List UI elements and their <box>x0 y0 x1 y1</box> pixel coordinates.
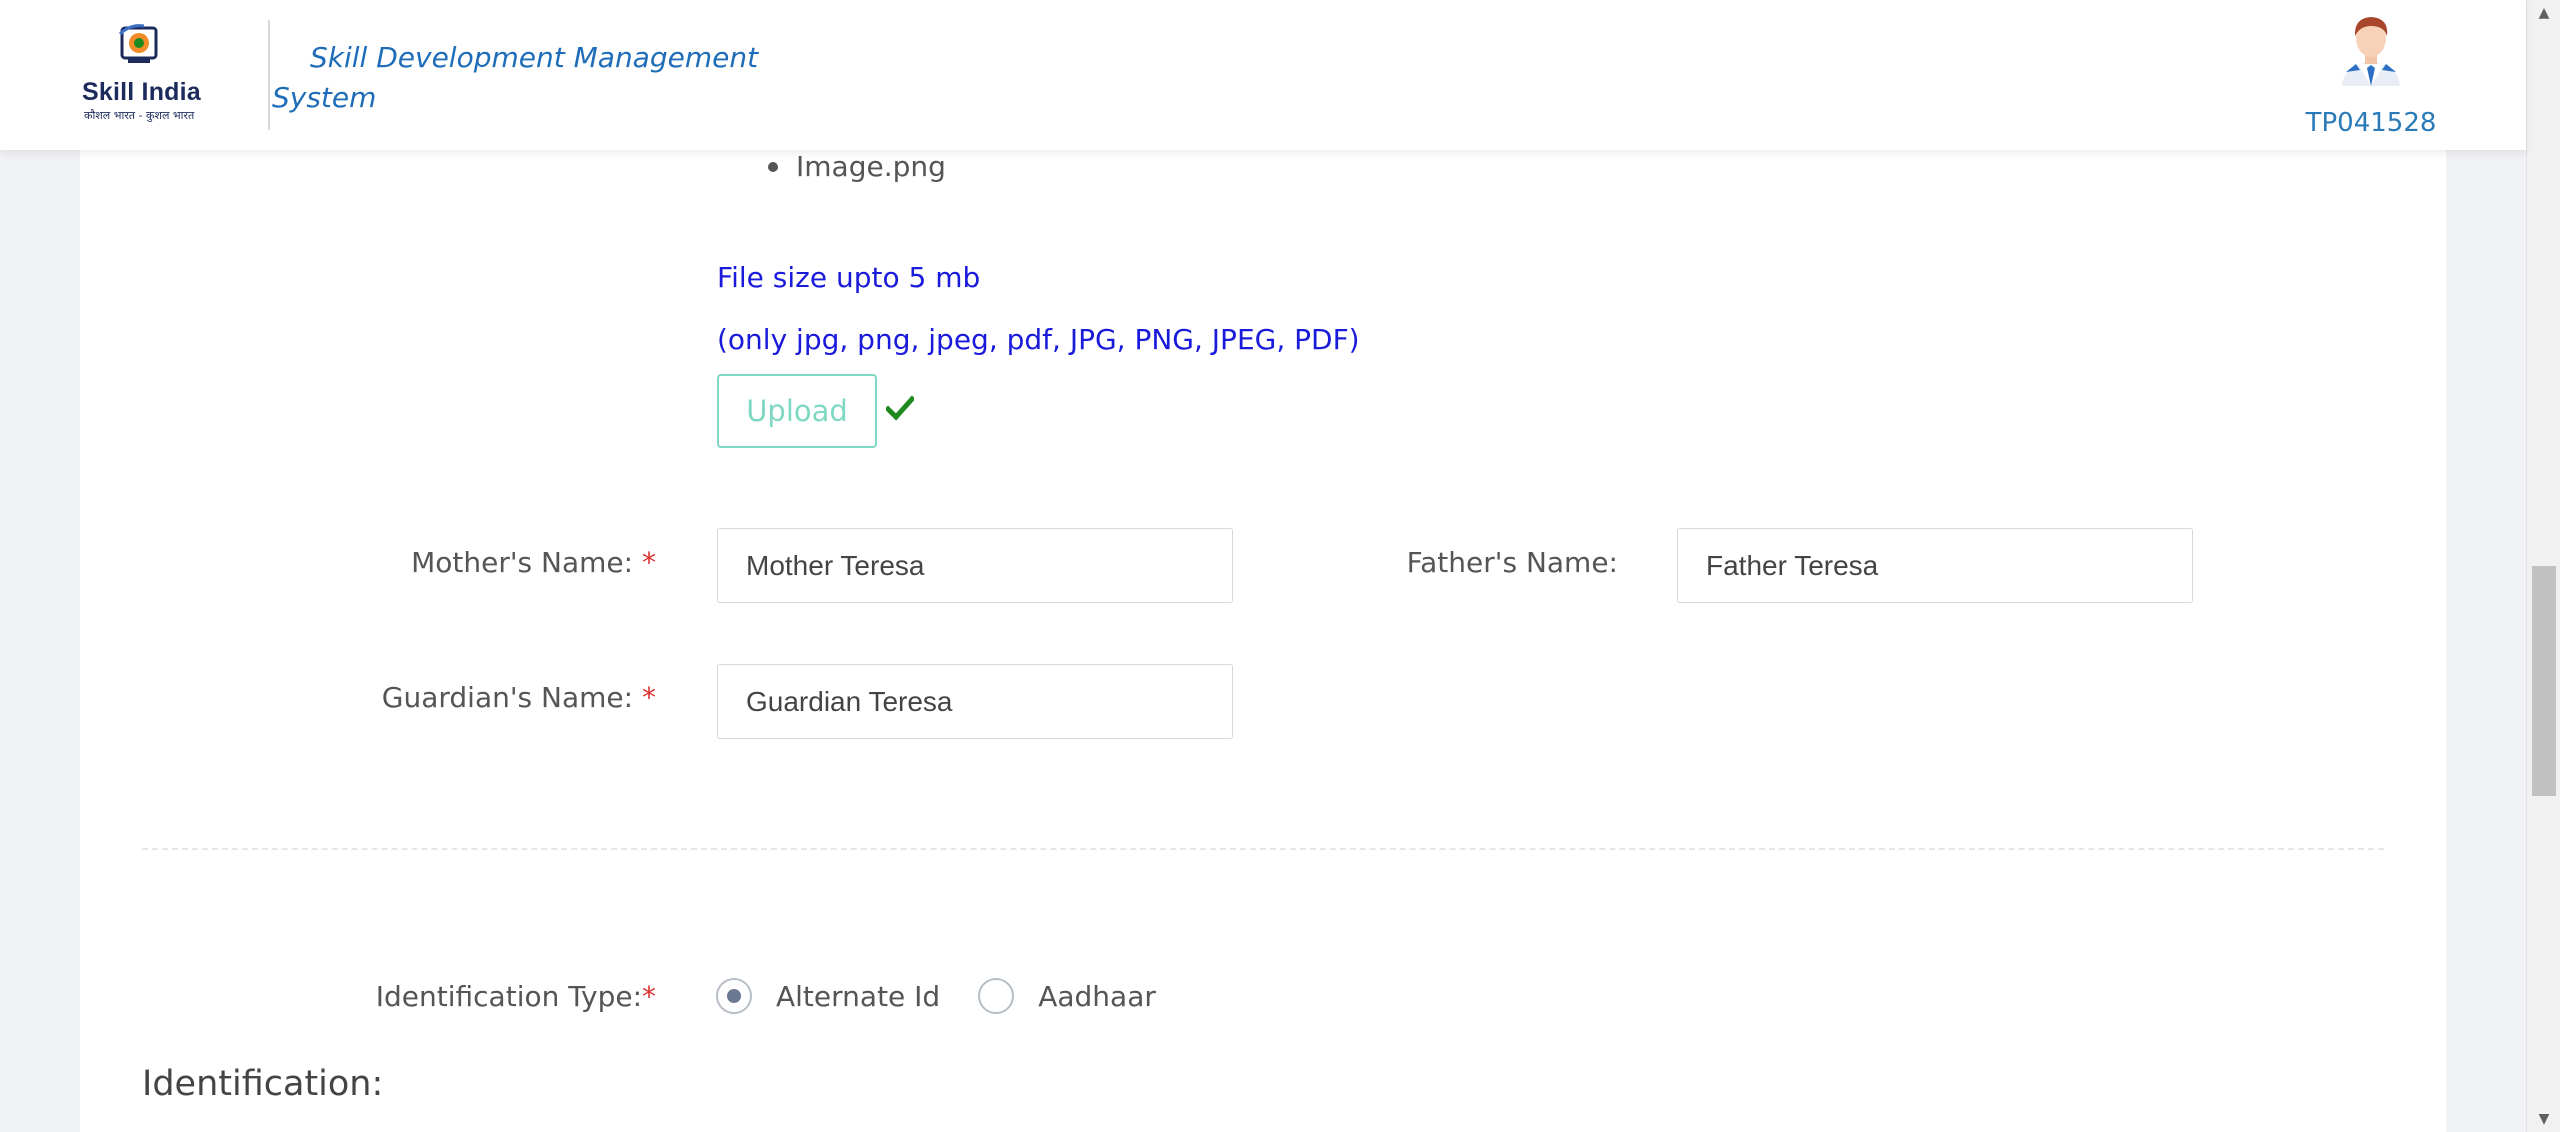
required-mark: * <box>642 546 656 579</box>
app-header: Skill India कौशल भारत - कुशल भारत Skill … <box>0 0 2526 150</box>
scroll-down-arrow-icon[interactable]: ▼ <box>2527 1106 2560 1132</box>
logo-text: Skill India <box>82 78 201 106</box>
header-divider <box>268 20 270 130</box>
father-name-value: Father Teresa <box>1706 549 1879 581</box>
user-avatar[interactable] <box>2336 12 2406 86</box>
file-size-note: File size upto 5 mb <box>717 261 981 294</box>
mother-name-value: Mother Teresa <box>746 549 925 581</box>
check-icon <box>886 395 914 421</box>
mother-name-label: Mother's Name: * <box>360 546 656 579</box>
upload-button[interactable]: Upload <box>717 374 877 448</box>
father-name-input[interactable]: Father Teresa <box>1677 528 2193 603</box>
guardian-name-value: Guardian Teresa <box>746 685 953 717</box>
radio-selected-dot <box>727 989 741 1003</box>
uploaded-file-name: Image.png <box>796 150 946 183</box>
section-divider <box>142 848 2384 850</box>
radio-aadhaar-label[interactable]: Aadhaar <box>1038 980 1156 1013</box>
guardian-name-input[interactable]: Guardian Teresa <box>717 664 1233 739</box>
file-types-note: (only jpg, png, jpeg, pdf, JPG, PNG, JPE… <box>717 323 1360 356</box>
user-avatar-icon <box>2342 17 2400 86</box>
identification-type-radio-group: Alternate Id Aadhaar <box>716 978 1194 1014</box>
scroll-thumb[interactable] <box>2532 566 2556 796</box>
app-title: Skill Development Management System <box>272 41 759 114</box>
uploaded-file-item: Image.png <box>768 150 946 183</box>
mother-name-input[interactable]: Mother Teresa <box>717 528 1233 603</box>
radio-aadhaar[interactable] <box>978 978 1015 1014</box>
radio-alternate-id[interactable] <box>716 978 752 1014</box>
identification-type-label: Identification Type:* <box>340 980 656 1013</box>
scroll-up-arrow-icon[interactable]: ▲ <box>2527 0 2560 26</box>
guardian-name-label-text: Guardian's Name: <box>381 681 634 714</box>
skill-india-emblem-icon <box>118 24 158 63</box>
user-id[interactable]: TP041528 <box>2300 108 2442 138</box>
father-name-label: Father's Name: <box>1360 546 1618 579</box>
identification-heading: Identification: <box>142 1064 384 1104</box>
required-mark: * <box>642 980 656 1013</box>
required-mark: * <box>642 681 656 714</box>
father-name-label-text: Father's Name: <box>1406 546 1618 579</box>
logo-tagline: कौशल भारत - कुशल भारत <box>84 109 195 122</box>
page-scrollbar[interactable]: ▲ ▼ <box>2526 0 2560 1132</box>
identification-type-label-text: Identification Type: <box>375 980 642 1013</box>
mother-name-label-text: Mother's Name: <box>411 546 634 579</box>
radio-alternate-id-label[interactable]: Alternate Id <box>776 980 940 1013</box>
guardian-name-label: Guardian's Name: * <box>340 681 656 714</box>
bullet-icon <box>768 161 778 172</box>
